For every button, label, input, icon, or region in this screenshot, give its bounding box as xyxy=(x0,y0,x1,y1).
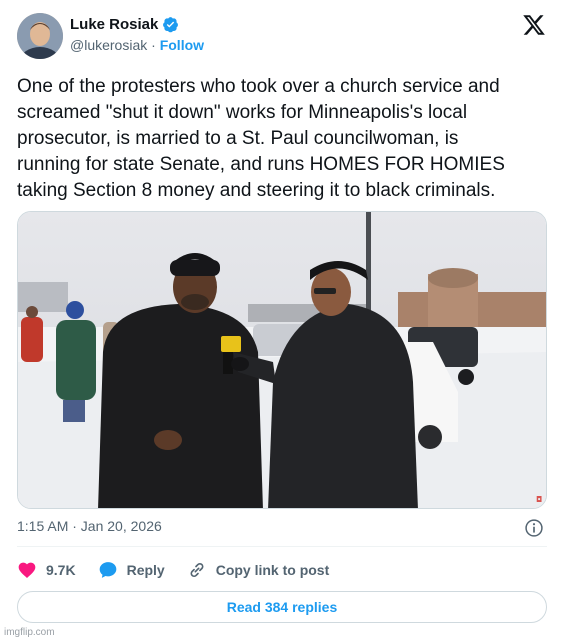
action-bar: 9.7K Reply Copy link to post xyxy=(17,558,351,582)
author-avatar[interactable] xyxy=(17,13,63,59)
copy-link-label: Copy link to post xyxy=(215,562,330,578)
info-icon[interactable] xyxy=(524,518,544,538)
media-photo: ◘ xyxy=(18,212,546,508)
tweet-text: One of the protesters who took over a ch… xyxy=(17,76,505,201)
tweet-timestamp[interactable]: 1:15 AM · Jan 20, 2026 xyxy=(17,518,162,534)
svg-text:◘: ◘ xyxy=(536,495,542,504)
link-icon xyxy=(190,562,204,578)
like-count: 9.7K xyxy=(46,562,76,578)
author-name-text[interactable]: Luke Rosiak xyxy=(70,16,158,33)
reply-bubble-icon xyxy=(99,562,116,578)
watermark: imgflip.com xyxy=(4,627,55,638)
like-button[interactable]: 9.7K xyxy=(17,560,76,580)
reply-button[interactable]: Reply xyxy=(98,560,165,580)
tweet-card: Luke Rosiak @lukerosiak · Follow One of … xyxy=(0,0,564,640)
follow-button[interactable]: Follow xyxy=(160,37,204,53)
author-handle[interactable]: @lukerosiak xyxy=(70,37,147,53)
tweet-media[interactable]: ◘ xyxy=(17,211,547,509)
reply-label: Reply xyxy=(126,562,165,578)
x-logo-icon[interactable] xyxy=(522,13,546,37)
handle-row: @lukerosiak · Follow xyxy=(70,37,204,53)
heart-icon xyxy=(18,562,36,578)
verified-badge-icon xyxy=(163,17,179,33)
divider-line xyxy=(17,546,547,547)
handle-separator: · xyxy=(151,37,156,53)
author-name[interactable]: Luke Rosiak xyxy=(70,16,179,33)
read-replies-button[interactable]: Read 384 replies xyxy=(17,591,547,623)
copy-link-button[interactable]: Copy link to post xyxy=(187,560,330,580)
